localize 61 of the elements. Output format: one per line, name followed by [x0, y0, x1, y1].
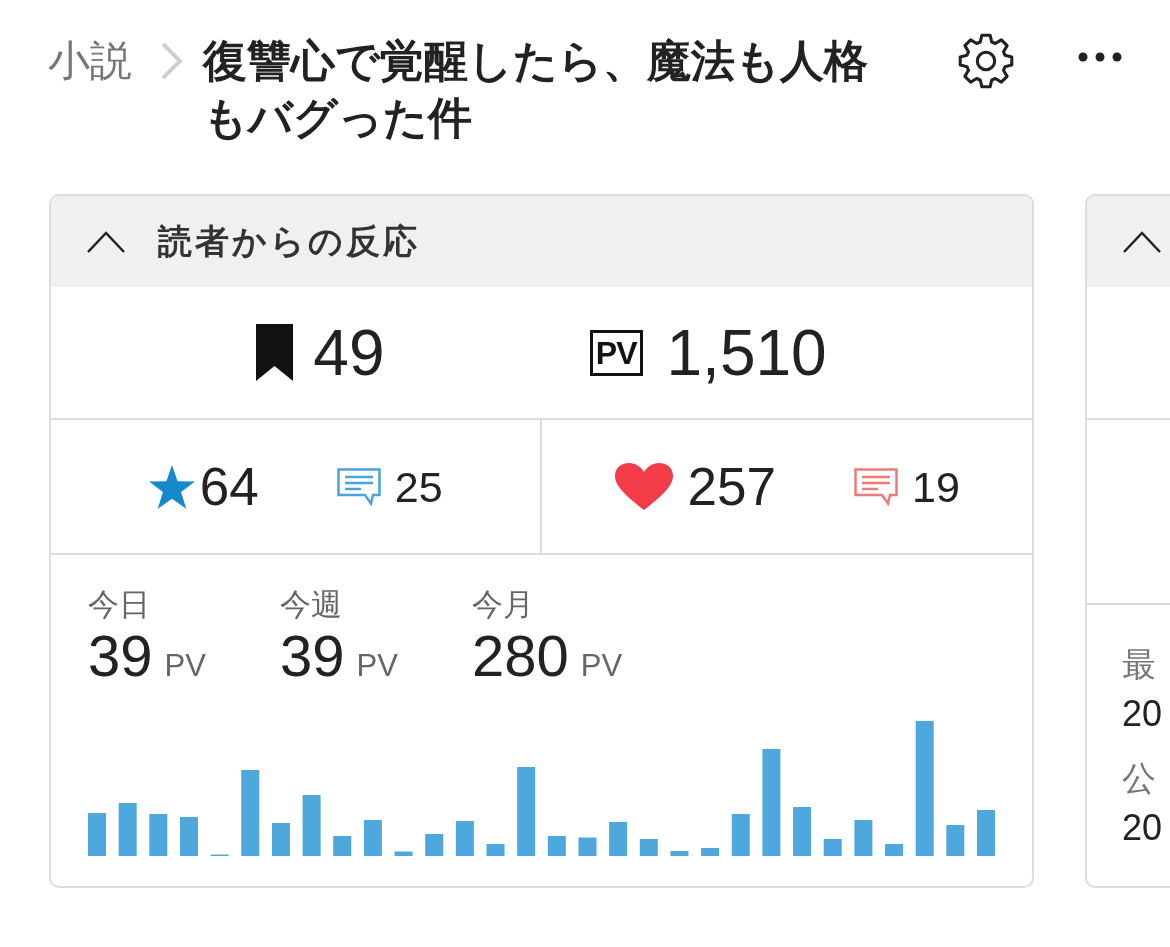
- daily-views-bar: [363, 820, 382, 856]
- daily-views-bar: [455, 821, 474, 856]
- daily-views-bar: [885, 844, 904, 856]
- daily-views-bar: [639, 839, 658, 856]
- daily-views-bar: [823, 839, 842, 856]
- field-label: 公: [1122, 758, 1156, 799]
- chevron-up-icon: [86, 229, 126, 254]
- star-count: 64: [199, 456, 259, 517]
- period-views: 280: [472, 625, 569, 687]
- daily-views-bar: [425, 834, 444, 856]
- card-title: 読者からの反応: [158, 220, 420, 262]
- bookmark-icon: [256, 324, 294, 381]
- daily-views-bar: [394, 851, 413, 856]
- settings-icon: [957, 32, 1015, 90]
- heart-count: 257: [687, 456, 777, 517]
- page-title: 復讐心で覚醒したら、魔法も人格もバグった件: [203, 35, 869, 144]
- breadcrumb-link[interactable]: 小説: [48, 32, 132, 89]
- daily-views-bar: [946, 825, 965, 856]
- period-label: 今週: [280, 586, 342, 624]
- chevron-up-icon: [1122, 229, 1162, 254]
- daily-views-bar: [731, 814, 750, 856]
- views-unit: PV: [164, 648, 206, 684]
- chevron-right-icon: [160, 41, 184, 81]
- daily-views-bar: [578, 837, 597, 856]
- views-unit: PV: [356, 648, 398, 684]
- star-icon: [147, 463, 196, 510]
- collapse-toggle[interactable]: [86, 229, 126, 254]
- daily-views-bar: [302, 795, 321, 856]
- daily-views-bar: [547, 836, 566, 856]
- field-label: 最: [1122, 644, 1156, 685]
- daily-views-bar: [670, 851, 689, 856]
- comment-count: 25: [394, 461, 443, 512]
- daily-views-bar: [609, 822, 628, 856]
- daily-views-bar: [486, 844, 505, 856]
- heart-icon: [613, 461, 674, 512]
- daily-views-bar: [701, 848, 720, 856]
- comment-count: 19: [912, 461, 960, 512]
- period-views: 39: [88, 625, 153, 687]
- comment-icon: [854, 467, 899, 506]
- ellipsis-icon: [1078, 52, 1122, 62]
- period-views: 39: [280, 625, 345, 687]
- field-value: 20: [1122, 692, 1163, 736]
- total-count: 49: [313, 317, 385, 388]
- daily-views-bar: [793, 807, 812, 856]
- daily-views-bar: [977, 810, 995, 856]
- daily-views-bar: [179, 817, 198, 856]
- daily-views-bar: [118, 803, 137, 856]
- daily-views-bar: [149, 814, 168, 856]
- daily-views-bar: [333, 836, 352, 856]
- total-count: 1,510: [666, 317, 827, 388]
- views-unit: PV: [580, 648, 623, 684]
- daily-views-bar: [88, 813, 106, 856]
- period-label: 今日: [88, 586, 150, 624]
- daily-views-bar: [854, 820, 873, 856]
- daily-views-bar: [271, 823, 290, 856]
- settings-button[interactable]: [957, 32, 1015, 90]
- period-label: 今月: [472, 586, 534, 624]
- collapse-toggle[interactable]: [1122, 229, 1162, 254]
- field-value: 20: [1122, 806, 1163, 850]
- comment-icon: [336, 467, 381, 506]
- pv-label: PV: [589, 329, 643, 376]
